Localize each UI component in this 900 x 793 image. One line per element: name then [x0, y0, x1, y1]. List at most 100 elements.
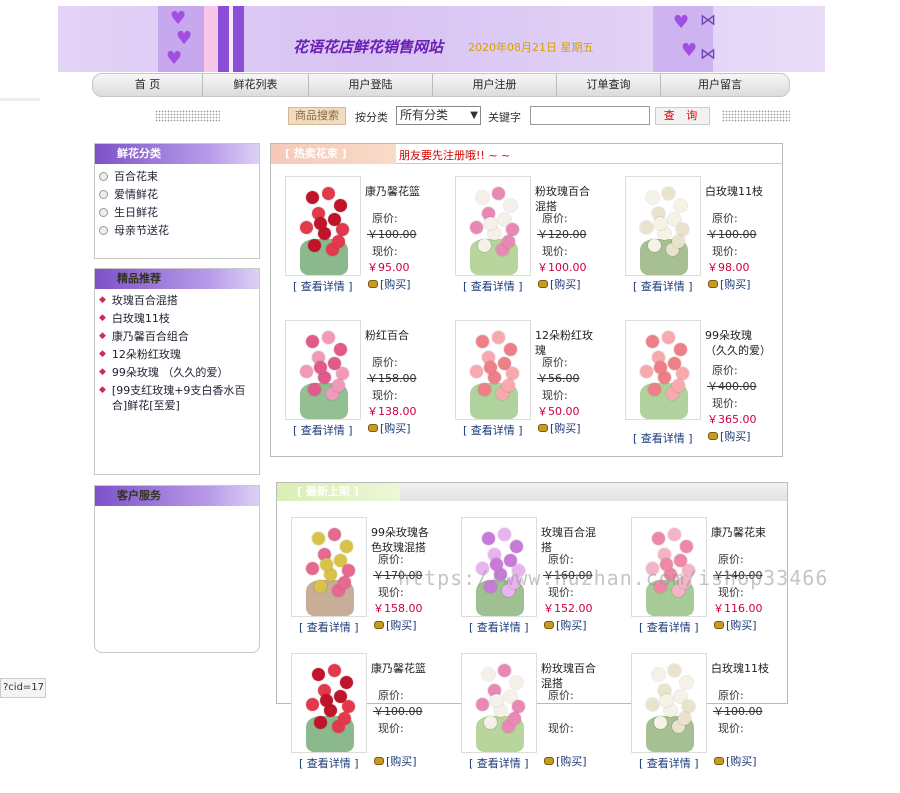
recommend-item-label[interactable]: [99支红玫瑰+9支白香水百合]鲜花[至爱]	[112, 383, 252, 413]
site-title: 花语花店鲜花销售网站	[293, 38, 444, 56]
product-image[interactable]	[291, 517, 367, 617]
keyword-input[interactable]	[530, 106, 650, 125]
buy-link[interactable]: [购买]	[538, 276, 581, 292]
buy-label[interactable]: [购买]	[550, 278, 581, 291]
coins-icon	[374, 757, 384, 765]
nav-home[interactable]: 首 页	[93, 73, 203, 97]
category-item[interactable]: 生日鲜花	[95, 204, 259, 222]
product-image[interactable]	[625, 320, 701, 420]
buy-link[interactable]: [购买]	[708, 276, 751, 292]
buy-label[interactable]: [购买]	[386, 755, 417, 768]
nav-flower-list[interactable]: 鲜花列表	[203, 73, 309, 97]
product-image[interactable]	[455, 176, 531, 276]
category-select[interactable]: 所有分类 ▼	[396, 106, 481, 125]
product-name[interactable]: 粉红百合	[365, 328, 429, 343]
product-image[interactable]	[291, 653, 367, 753]
nav-register[interactable]: 用户注册	[433, 73, 557, 97]
recommend-item[interactable]: ◆ 玫瑰百合混搭	[95, 293, 259, 308]
product-card: 康乃馨花篮 原价: ￥100.00 现价: [ 查看详情 ] [购买]	[291, 653, 456, 793]
buy-label[interactable]: [购买]	[386, 619, 417, 632]
product-image[interactable]	[631, 653, 707, 753]
radio-icon[interactable]	[99, 190, 108, 199]
orig-price-label: 原价:	[542, 212, 568, 225]
recommend-item[interactable]: ◆ 12朵粉红玫瑰	[95, 347, 259, 362]
view-details-link[interactable]: [ 查看详情 ]	[293, 278, 353, 294]
recommend-item-label[interactable]: 99朵玫瑰 （久久的爱）	[112, 365, 229, 380]
buy-link[interactable]: [购买]	[544, 753, 587, 769]
buy-label[interactable]: [购买]	[380, 422, 411, 435]
buy-label[interactable]: [购买]	[720, 430, 751, 443]
buy-label[interactable]: [购买]	[726, 619, 757, 632]
view-details-link[interactable]: [ 查看详情 ]	[463, 422, 523, 438]
orig-price: ￥400.00	[707, 380, 757, 393]
view-details-link[interactable]: [ 查看详情 ]	[633, 430, 693, 446]
product-image[interactable]	[455, 320, 531, 420]
view-details-link[interactable]: [ 查看详情 ]	[469, 619, 529, 635]
nav-login[interactable]: 用户登陆	[309, 73, 433, 97]
view-details-link[interactable]: [ 查看详情 ]	[299, 755, 359, 771]
category-item-label[interactable]: 生日鲜花	[114, 206, 158, 219]
buy-label[interactable]: [购买]	[720, 278, 751, 291]
product-name[interactable]: 康乃馨花束	[711, 525, 775, 540]
radio-icon[interactable]	[99, 226, 108, 235]
buy-link[interactable]: [购买]	[368, 276, 411, 292]
product-image[interactable]	[625, 176, 701, 276]
product-name[interactable]: 康乃馨花篮	[365, 184, 429, 199]
view-details-link[interactable]: [ 查看详情 ]	[633, 278, 693, 294]
recommend-item-label[interactable]: 玫瑰百合混搭	[112, 293, 178, 308]
recommend-item[interactable]: ◆ [99支红玫瑰+9支白香水百合]鲜花[至爱]	[95, 383, 259, 413]
product-image[interactable]	[461, 653, 537, 753]
recommend-item-label[interactable]: 白玫瑰11枝	[112, 311, 170, 326]
category-item[interactable]: 爱情鲜花	[95, 186, 259, 204]
buy-link[interactable]: [购买]	[708, 428, 751, 444]
recommend-item[interactable]: ◆ 白玫瑰11枝	[95, 311, 259, 326]
nav-message[interactable]: 用户留言	[661, 73, 779, 97]
search-button[interactable]: 查 询	[655, 107, 710, 125]
product-name[interactable]: 白玫瑰11枝	[705, 184, 769, 199]
coins-icon	[368, 424, 378, 432]
buy-label[interactable]: [购买]	[556, 755, 587, 768]
buy-link[interactable]: [购买]	[374, 617, 417, 633]
buy-label[interactable]: [购买]	[380, 278, 411, 291]
product-name[interactable]: 99朵玫瑰 （久久的爱）	[705, 328, 771, 358]
category-item-label[interactable]: 母亲节送花	[114, 224, 169, 237]
recommend-item[interactable]: ◆ 99朵玫瑰 （久久的爱）	[95, 365, 259, 380]
category-item[interactable]: 母亲节送花	[95, 222, 259, 240]
buy-label[interactable]: [购买]	[550, 422, 581, 435]
recommend-item-label[interactable]: 12朵粉红玫瑰	[112, 347, 181, 362]
view-details-link[interactable]: [ 查看详情 ]	[293, 422, 353, 438]
buy-link[interactable]: [购买]	[368, 420, 411, 436]
radio-icon[interactable]	[99, 172, 108, 181]
category-panel: 鲜花分类 百合花束 爱情鲜花 生日鲜花 母亲节送花	[94, 143, 260, 259]
orig-price-label: 原价:	[372, 356, 398, 369]
buy-link[interactable]: [购买]	[714, 753, 757, 769]
view-details-link[interactable]: [ 查看详情 ]	[639, 619, 699, 635]
nav-orders[interactable]: 订单查询	[557, 73, 661, 97]
category-label: 按分类	[355, 111, 388, 124]
category-item-label[interactable]: 爱情鲜花	[114, 188, 158, 201]
buy-link[interactable]: [购买]	[374, 753, 417, 769]
product-name[interactable]: 白玫瑰11枝	[711, 661, 775, 676]
service-panel-title: 客户服务	[95, 486, 259, 506]
buy-label[interactable]: [购买]	[556, 619, 587, 632]
buy-link[interactable]: [购买]	[538, 420, 581, 436]
product-image[interactable]	[285, 320, 361, 420]
category-item[interactable]: 百合花束	[95, 168, 259, 186]
view-details-link[interactable]: [ 查看详情 ]	[463, 278, 523, 294]
view-details-link[interactable]: [ 查看详情 ]	[299, 619, 359, 635]
buy-link[interactable]: [购买]	[544, 617, 587, 633]
category-item-label[interactable]: 百合花束	[114, 170, 158, 183]
radio-icon[interactable]	[99, 208, 108, 217]
view-details-link[interactable]: [ 查看详情 ]	[469, 755, 529, 771]
now-price: ￥138.00	[367, 405, 417, 418]
buy-link[interactable]: [购买]	[714, 617, 757, 633]
product-image[interactable]	[285, 176, 361, 276]
buy-label[interactable]: [购买]	[726, 755, 757, 768]
recommend-item[interactable]: ◆ 康乃馨百合组合	[95, 329, 259, 344]
orig-price-label: 原价:	[712, 364, 738, 377]
view-details-link[interactable]: [ 查看详情 ]	[639, 755, 699, 771]
orig-price-label: 原价:	[542, 356, 568, 369]
product-name[interactable]: 康乃馨花篮	[371, 661, 435, 676]
recommend-item-label[interactable]: 康乃馨百合组合	[112, 329, 189, 344]
bullet-icon: ◆	[99, 385, 106, 395]
